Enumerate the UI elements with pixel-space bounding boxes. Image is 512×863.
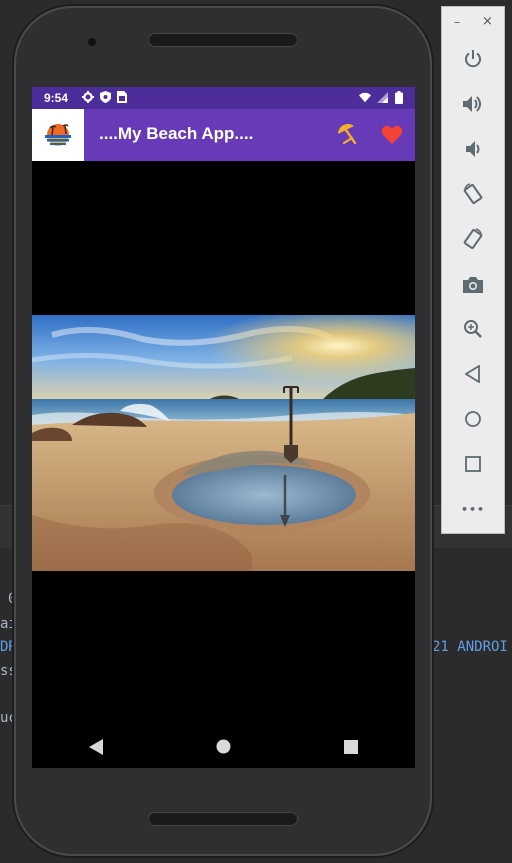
minimize-icon[interactable]: – <box>454 15 460 29</box>
volume-down-icon <box>466 141 480 157</box>
beach-photo <box>32 315 415 571</box>
zoom-icon <box>464 320 482 338</box>
app-logo <box>32 109 84 161</box>
emulator-overview-button[interactable] <box>458 449 488 479</box>
more-icon[interactable]: ••• <box>458 494 488 524</box>
gear-icon <box>82 90 94 104</box>
sim-card-icon <box>116 90 128 104</box>
wifi-icon <box>359 90 371 104</box>
back-icon <box>88 738 103 755</box>
top-speaker <box>148 33 298 47</box>
rotate-left-icon <box>463 183 483 205</box>
heart-icon <box>381 125 403 144</box>
status-bar: 9:54 <box>32 87 415 109</box>
navigation-bar <box>32 725 415 768</box>
beach-umbrella-button[interactable] <box>335 123 359 147</box>
home-icon <box>216 739 231 754</box>
bottom-speaker <box>148 812 298 826</box>
home-icon <box>465 411 481 427</box>
power-icon <box>465 50 481 68</box>
shield-icon <box>99 90 111 104</box>
volume-up-icon <box>463 96 481 112</box>
battery-icon <box>393 90 405 104</box>
emulator-home-button[interactable] <box>458 404 488 434</box>
beach-sunset-logo-icon <box>45 124 71 146</box>
rotate-right-button[interactable] <box>458 224 488 254</box>
volume-down-button[interactable] <box>458 134 488 164</box>
screenshot-button[interactable] <box>458 269 488 299</box>
close-icon[interactable]: × <box>482 14 493 29</box>
signal-icon <box>376 90 388 104</box>
zoom-button[interactable] <box>458 314 488 344</box>
rotate-right-icon <box>463 228 483 250</box>
beach-umbrella-icon <box>338 124 357 145</box>
app-title: ....My Beach App.... <box>99 124 254 143</box>
camera-icon <box>463 276 483 293</box>
nav-back-button[interactable] <box>76 732 116 762</box>
phone-screen: 9:54 ....My Beach App.... <box>32 87 415 768</box>
overview-icon <box>465 456 481 472</box>
front-camera <box>88 38 96 46</box>
emulator-back-button[interactable] <box>458 359 488 389</box>
nav-home-button[interactable] <box>203 732 243 762</box>
rotate-left-button[interactable] <box>458 179 488 209</box>
phone-frame: 9:54 ....My Beach App.... <box>14 6 432 856</box>
nav-recents-button[interactable] <box>331 732 371 762</box>
favorite-button[interactable] <box>380 123 404 147</box>
console-line: 21 ANDROI <box>432 639 508 655</box>
recents-icon <box>344 739 359 754</box>
status-time: 9:54 <box>44 91 69 105</box>
app-bar: ....My Beach App.... <box>32 109 415 161</box>
emulator-toolbar: – × ••• <box>441 6 505 534</box>
power-button[interactable] <box>458 44 488 74</box>
volume-up-button[interactable] <box>458 89 488 119</box>
back-icon <box>465 365 480 383</box>
